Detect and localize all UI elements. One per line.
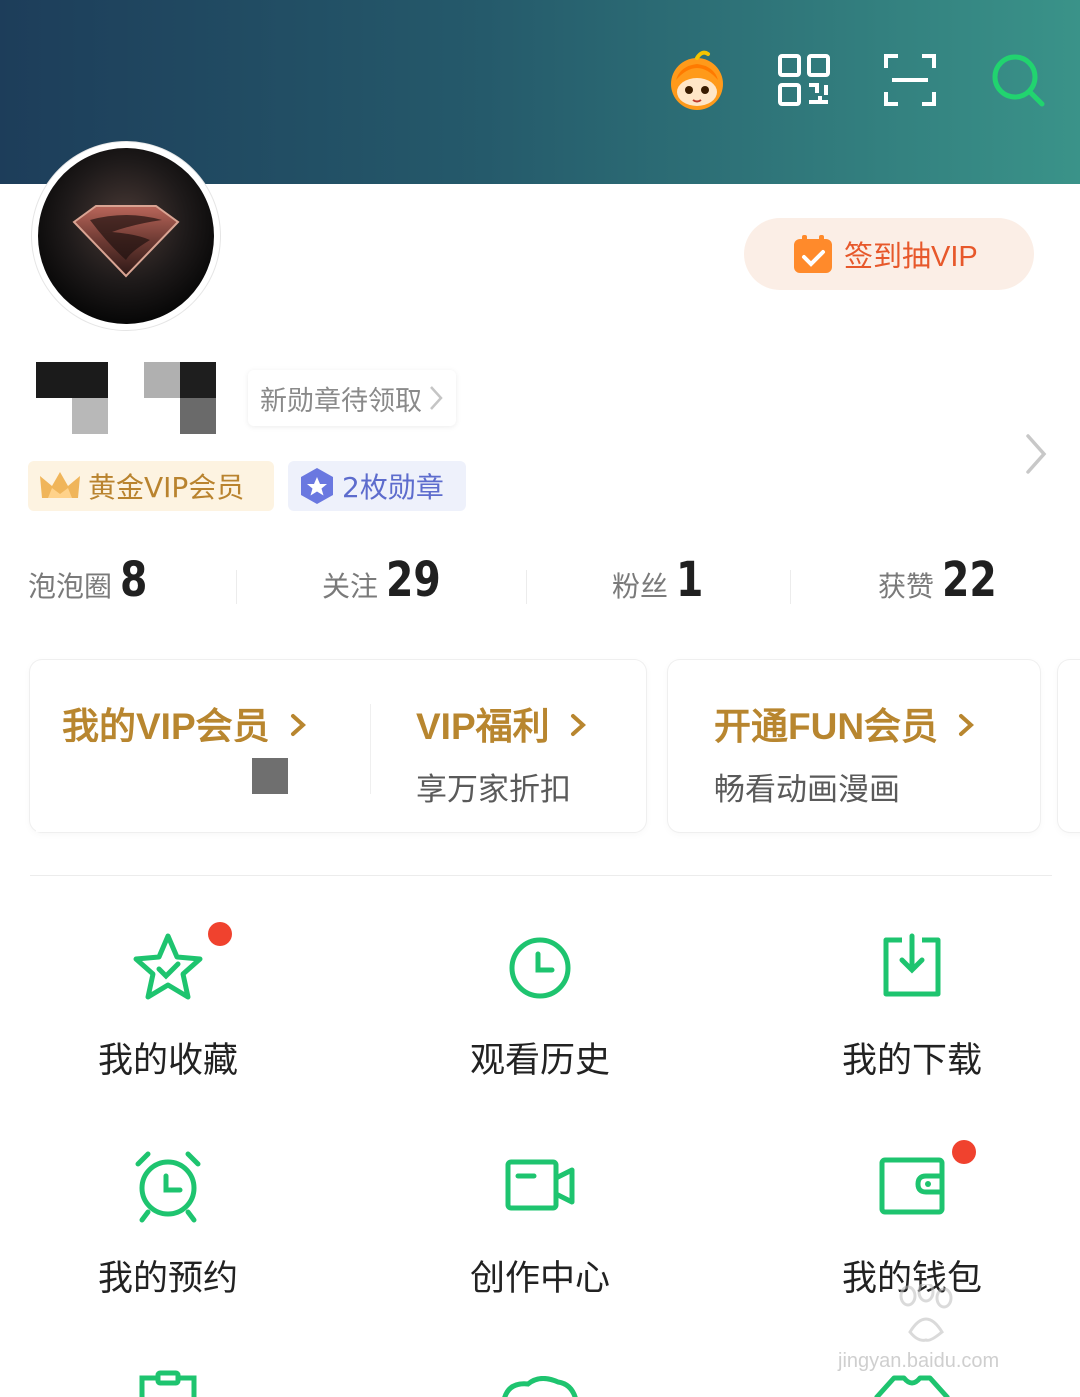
grid-label: 我的收藏 bbox=[97, 1041, 238, 1081]
signin-vip-button[interactable]: 签到抽VIP bbox=[744, 218, 1034, 290]
download-icon bbox=[883, 933, 941, 997]
my-vip-title: 我的VIP会员 bbox=[62, 706, 270, 747]
vip-expiry-mosaic bbox=[36, 742, 336, 832]
stat-label: 粉丝 bbox=[612, 570, 669, 603]
notification-dot bbox=[952, 1140, 976, 1164]
stat-likes[interactable]: 获赞 22 bbox=[878, 552, 1009, 608]
search-icon[interactable] bbox=[986, 48, 1050, 112]
wallet-icon bbox=[879, 1157, 945, 1215]
video-camera-icon bbox=[505, 1159, 575, 1211]
fun-member-subtitle: 畅看动画漫画 bbox=[714, 772, 900, 808]
chevron-right-icon bbox=[430, 386, 443, 410]
stat-divider bbox=[526, 570, 527, 604]
star-check-icon bbox=[133, 933, 203, 1000]
grid-label: 创作中心 bbox=[469, 1259, 610, 1299]
grid-item-creator-center[interactable]: 创作中心 bbox=[390, 1146, 690, 1326]
mascot-icon[interactable] bbox=[664, 46, 730, 112]
stat-bubble-circle[interactable]: 泡泡圈 8 bbox=[28, 552, 153, 608]
chevron-right-icon bbox=[959, 714, 975, 736]
stat-label: 泡泡圈 bbox=[28, 570, 113, 603]
scan-icon[interactable] bbox=[878, 48, 942, 112]
chevron-right-icon bbox=[290, 714, 306, 736]
fun-member-link[interactable]: 开通FUN会员 bbox=[714, 696, 978, 750]
qr-code-icon[interactable] bbox=[772, 48, 836, 112]
fun-member-card[interactable]: 开通FUN会员 畅看动画漫画 bbox=[668, 660, 1040, 832]
stat-divider bbox=[790, 570, 791, 604]
new-medal-label: 新勋章待领取 bbox=[260, 385, 422, 417]
next-card-edge[interactable] bbox=[1058, 660, 1080, 832]
stat-value: 22 bbox=[942, 552, 997, 608]
avatar-image bbox=[38, 148, 214, 324]
vip-welfare-title: VIP福利 bbox=[416, 706, 550, 747]
notification-dot bbox=[208, 922, 232, 946]
chevron-right-icon[interactable] bbox=[1020, 432, 1050, 476]
card-divider bbox=[370, 704, 371, 794]
grid-item-favorites[interactable]: 我的收藏 bbox=[18, 922, 318, 1108]
section-divider bbox=[30, 875, 1052, 876]
gold-vip-badge[interactable]: 黄金VIP会员 bbox=[28, 461, 274, 511]
grid-item-history[interactable]: 观看历史 bbox=[390, 928, 690, 1108]
alarm-clock-icon bbox=[135, 1151, 201, 1223]
grid-item-reservations[interactable]: 我的预约 bbox=[18, 1146, 318, 1326]
stat-value: 8 bbox=[120, 552, 148, 608]
stat-value: 29 bbox=[386, 552, 441, 608]
username-mosaic bbox=[36, 362, 218, 434]
grid-label: 观看历史 bbox=[469, 1041, 610, 1081]
cloud-icon[interactable] bbox=[500, 1376, 580, 1397]
stat-divider bbox=[236, 570, 237, 604]
vip-card: 我的VIP会员 VIP福利 享万家折扣 bbox=[30, 660, 646, 832]
medal-icon bbox=[301, 468, 333, 504]
medal-count-badge[interactable]: 2枚勋章 bbox=[288, 461, 466, 511]
stat-label: 获赞 bbox=[878, 570, 935, 603]
stat-followers[interactable]: 粉丝 1 bbox=[612, 552, 709, 608]
stat-label: 关注 bbox=[322, 570, 379, 603]
avatar[interactable] bbox=[32, 142, 220, 330]
clipboard-icon[interactable] bbox=[128, 1370, 208, 1397]
signin-label: 签到抽VIP bbox=[844, 241, 978, 273]
chevron-right-icon bbox=[570, 714, 586, 736]
vip-welfare-link[interactable]: VIP福利 bbox=[416, 696, 590, 750]
stat-following[interactable]: 关注 29 bbox=[322, 552, 453, 608]
grid-label: 我的预约 bbox=[97, 1259, 238, 1299]
fun-member-title: 开通FUN会员 bbox=[714, 706, 939, 747]
shirt-icon[interactable] bbox=[872, 1372, 952, 1397]
stat-value: 1 bbox=[676, 552, 704, 608]
calendar-check-icon bbox=[794, 235, 832, 273]
grid-label: 我的下载 bbox=[841, 1041, 982, 1081]
profile-page: 签到抽VIP 新勋章待领取 黄金VIP会员 2枚勋章 泡泡圈 8 关注 29 粉… bbox=[0, 0, 1080, 1397]
crown-icon bbox=[40, 472, 80, 498]
medal-count-label: 2枚勋章 bbox=[342, 471, 444, 504]
new-medal-tip[interactable]: 新勋章待领取 bbox=[248, 370, 456, 426]
grid-item-downloads[interactable]: 我的下载 bbox=[762, 928, 1062, 1108]
vip-welfare-subtitle: 享万家折扣 bbox=[416, 772, 571, 808]
watermark-text: jingyan.baidu.com bbox=[838, 1350, 1000, 1372]
clock-icon bbox=[509, 937, 571, 999]
gold-vip-label: 黄金VIP会员 bbox=[88, 471, 245, 504]
